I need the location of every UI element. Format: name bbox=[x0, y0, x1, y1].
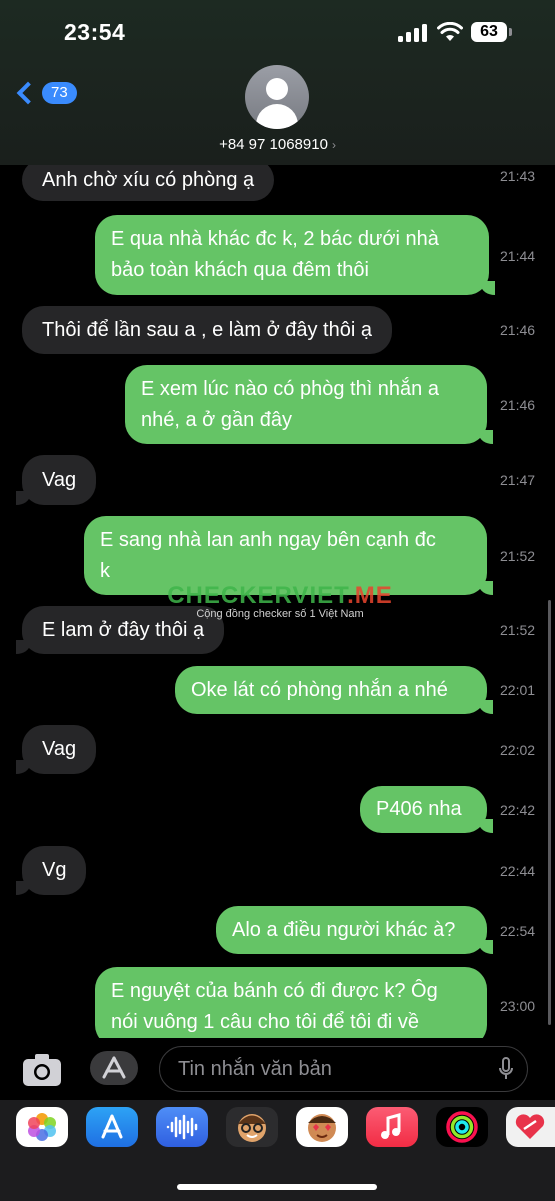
watermark-title-green: CHECKERVIET bbox=[167, 582, 348, 609]
message-text-line: E xem lúc nào có phòg thì nhắn a bbox=[141, 378, 439, 400]
message-text: Vag bbox=[42, 738, 77, 760]
message-text-line: E nguyệt của bánh có đi được k? Ôg bbox=[111, 980, 438, 1002]
heart-app-icon[interactable] bbox=[506, 1107, 555, 1147]
text-message-input[interactable]: Tin nhắn văn bản bbox=[159, 1046, 528, 1092]
outgoing-message[interactable]: E qua nhà khác đc k, 2 bác dưới nhà bảo … bbox=[95, 215, 495, 295]
message-timestamp: 21:47 bbox=[500, 472, 536, 488]
status-bar: 23:54 63 bbox=[0, 0, 555, 60]
message-text-line: bảo toàn khách qua đêm thôi bbox=[111, 259, 369, 281]
microphone-icon[interactable] bbox=[499, 1057, 513, 1081]
outgoing-message[interactable]: Oke lát có phòng nhắn a nhé bbox=[175, 666, 493, 714]
camera-icon[interactable] bbox=[22, 1053, 62, 1087]
app-store-glyph-icon bbox=[101, 1114, 123, 1139]
incoming-message[interactable]: Vg bbox=[15, 846, 87, 895]
message-timestamp: 22:44 bbox=[500, 863, 536, 879]
message-composer: Tin nhắn văn bản bbox=[0, 1038, 555, 1100]
audio-message-icon[interactable] bbox=[156, 1107, 208, 1147]
battery-cap bbox=[509, 28, 512, 36]
message-timestamp: 21:43 bbox=[500, 168, 536, 184]
message-text: Thôi để lần sau a , e làm ở đây thôi ạ bbox=[42, 319, 372, 341]
input-placeholder: Tin nhắn văn bản bbox=[178, 1058, 332, 1080]
message-text-line: nhé, a ở gần đây bbox=[141, 409, 293, 431]
photos-flower-icon bbox=[28, 1113, 56, 1141]
wifi-icon bbox=[437, 22, 463, 41]
memoji-face-icon bbox=[238, 1114, 266, 1142]
incoming-message[interactable]: Thôi để lần sau a , e làm ở đây thôi ạ bbox=[22, 306, 392, 354]
music-app-icon[interactable] bbox=[366, 1107, 418, 1147]
music-note-icon bbox=[381, 1113, 401, 1139]
memoji-icon[interactable] bbox=[226, 1107, 278, 1147]
status-time: 23:54 bbox=[64, 19, 126, 45]
message-timestamp: 21:44 bbox=[500, 248, 536, 264]
message-timestamp: 21:46 bbox=[500, 322, 536, 338]
incoming-message[interactable]: Vag bbox=[15, 725, 97, 774]
message-timestamp: 22:42 bbox=[500, 802, 536, 818]
memoji-heart-eyes-icon bbox=[308, 1114, 336, 1142]
message-timestamp: 21:52 bbox=[500, 622, 536, 638]
message-text-line: nói vuông 1 câu cho tôi để tôi đi về bbox=[111, 1011, 419, 1033]
message-text: Anh chờ xíu có phòng ạ bbox=[42, 169, 255, 191]
person-body-shape bbox=[256, 104, 298, 129]
outgoing-message[interactable]: P406 nha bbox=[360, 786, 493, 833]
message-text-line: E qua nhà khác đc k, 2 bác dưới nhà bbox=[111, 228, 439, 250]
app-store-a-icon bbox=[102, 1056, 126, 1079]
person-head-shape bbox=[266, 78, 288, 100]
memoji-stickers-icon[interactable] bbox=[296, 1107, 348, 1147]
activity-app-icon[interactable] bbox=[436, 1107, 488, 1147]
activity-rings-icon bbox=[446, 1111, 478, 1143]
watermark: CHECKERVIET.ME Cộng đồng checker số 1 Vi… bbox=[160, 582, 400, 620]
unread-count-badge: 73 bbox=[42, 82, 77, 104]
contact-avatar[interactable] bbox=[245, 65, 309, 129]
contact-name[interactable]: +84 97 1068910 › bbox=[0, 136, 555, 153]
back-button[interactable]: 73 bbox=[16, 81, 77, 105]
message-text-line: E sang nhà lan anh ngay bên cạnh đc bbox=[100, 529, 436, 551]
outgoing-message[interactable]: Alo a điều người khác à? bbox=[216, 906, 493, 954]
message-timestamp: 23:00 bbox=[500, 998, 536, 1014]
message-text: P406 nha bbox=[376, 798, 462, 820]
waveform-icon bbox=[166, 1114, 198, 1140]
message-timestamp: 22:01 bbox=[500, 682, 536, 698]
message-text: Oke lát có phòng nhắn a nhé bbox=[191, 679, 448, 701]
incoming-message[interactable]: Vag bbox=[15, 455, 97, 505]
incoming-message[interactable]: Anh chờ xíu có phòng ạ bbox=[22, 165, 275, 201]
home-indicator[interactable] bbox=[177, 1184, 377, 1190]
watermark-title-red: .ME bbox=[347, 582, 393, 609]
contact-number: +84 97 1068910 bbox=[219, 136, 328, 153]
photos-app-icon[interactable] bbox=[16, 1107, 68, 1147]
message-timestamp: 22:54 bbox=[500, 923, 536, 939]
message-text: Alo a điều người khác à? bbox=[232, 919, 456, 941]
app-store-icon[interactable] bbox=[86, 1107, 138, 1147]
outgoing-message[interactable]: E nguyệt của bánh có đi được k? Ôg nói v… bbox=[95, 967, 487, 1038]
chevron-left-icon bbox=[16, 81, 40, 105]
message-timestamp: 21:52 bbox=[500, 548, 536, 564]
battery-indicator: 63 bbox=[471, 22, 507, 42]
chevron-right-icon: › bbox=[331, 138, 336, 152]
message-timestamp: 22:02 bbox=[500, 742, 536, 758]
outgoing-message[interactable]: E xem lúc nào có phòg thì nhắn a nhé, a … bbox=[125, 365, 493, 444]
message-text: E lam ở đây thôi ạ bbox=[42, 619, 205, 641]
message-text: Vag bbox=[42, 469, 77, 491]
message-timestamp: 21:46 bbox=[500, 397, 536, 413]
scroll-indicator[interactable] bbox=[548, 600, 551, 1025]
heart-icon bbox=[515, 1114, 545, 1139]
app-store-button[interactable] bbox=[90, 1051, 138, 1085]
watermark-title: CHECKERVIET.ME bbox=[160, 582, 400, 610]
cellular-signal-icon bbox=[398, 24, 428, 42]
message-text: Vg bbox=[42, 859, 67, 881]
